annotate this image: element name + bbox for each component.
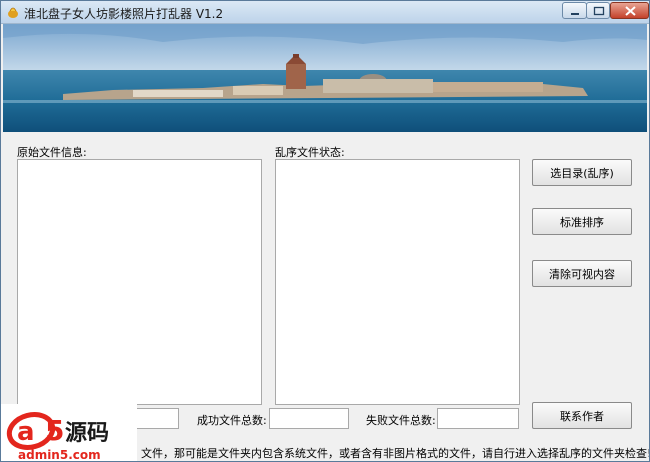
total-count-field[interactable]	[133, 408, 179, 429]
shuffled-status-label: 乱序文件状态:	[275, 146, 345, 159]
maximize-button[interactable]	[586, 2, 610, 19]
success-count-field[interactable]	[269, 408, 349, 429]
banner-image	[3, 24, 647, 132]
close-button[interactable]	[610, 2, 649, 19]
svg-text:5: 5	[45, 414, 64, 447]
title-bar[interactable]: 淮北盘子女人坊影楼照片打乱器 V1.2	[1, 1, 649, 24]
app-window: 淮北盘子女人坊影楼照片打乱器 V1.2 原始文件信息: 乱序文件状态: 选目录(…	[0, 0, 650, 462]
a5-logo-icon: a 5 源码 admin5.com	[6, 412, 109, 462]
window-title: 淮北盘子女人坊影楼照片打乱器 V1.2	[24, 7, 224, 21]
minimize-icon	[571, 13, 579, 15]
svg-text:源码: 源码	[65, 421, 109, 446]
contact-author-button[interactable]: 联系作者	[532, 402, 632, 429]
shuffled-status-list[interactable]	[275, 159, 520, 405]
success-count-label: 成功文件总数:	[197, 414, 267, 427]
original-files-label: 原始文件信息:	[17, 146, 87, 159]
close-icon	[625, 6, 636, 16]
watermark-logo: a 5 源码 admin5.com	[1, 404, 137, 462]
status-message: 文件，那可能是文件夹内包含系统文件，或者含有非图片格式的文件，请自行进入选择乱序…	[141, 447, 650, 460]
minimize-button[interactable]	[562, 2, 587, 19]
fail-count-field[interactable]	[437, 408, 519, 429]
original-files-list[interactable]	[17, 159, 262, 405]
standard-sort-button[interactable]: 标准排序	[532, 208, 632, 235]
maximize-icon	[593, 6, 605, 16]
svg-text:admin5.com: admin5.com	[18, 448, 101, 462]
fail-count-label: 失败文件总数:	[366, 414, 436, 427]
svg-text:a: a	[17, 417, 35, 447]
clear-view-button[interactable]: 清除可视内容	[532, 260, 632, 287]
select-directory-button[interactable]: 选目录(乱序)	[532, 159, 632, 186]
app-icon	[8, 7, 18, 18]
